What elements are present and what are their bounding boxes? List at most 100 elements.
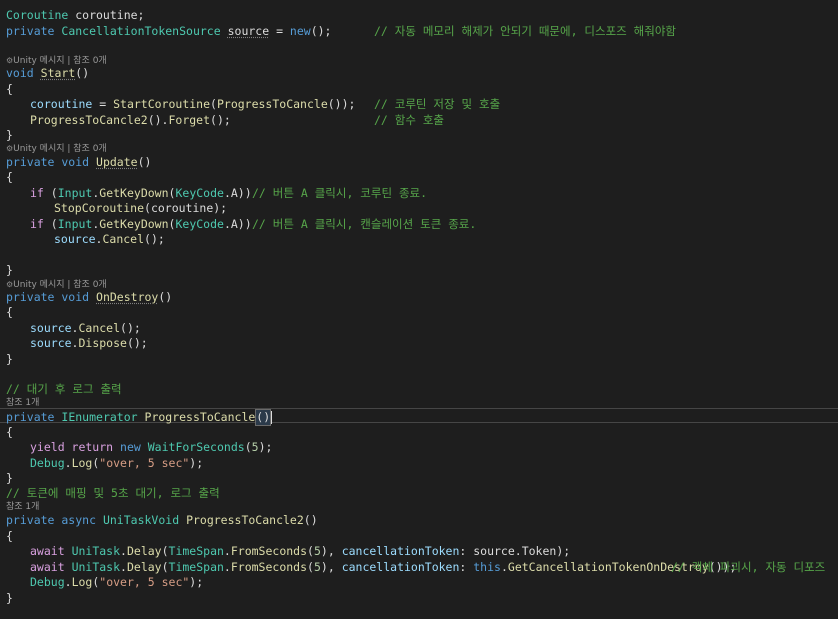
code-line-await-delay-1[interactable]: await UniTask.Delay(TimeSpan.FromSeconds… xyxy=(30,544,570,559)
code-line-brace[interactable]: } xyxy=(6,471,13,486)
code-line-brace[interactable]: { xyxy=(6,305,13,320)
method-name-token: Update xyxy=(96,155,138,169)
code-comment-line: // 함수 호출 xyxy=(374,113,444,128)
brace-token: } xyxy=(6,591,13,605)
code-token: ( xyxy=(307,560,314,574)
code-line-brace[interactable]: } xyxy=(6,591,13,606)
brace-token: } xyxy=(6,352,13,366)
code-comment-line: // 버튼 A 클릭시, 캔슬레이션 토큰 종료. xyxy=(252,217,476,232)
code-line-update-signature[interactable]: private void Update() xyxy=(6,155,151,170)
keyword-token: await xyxy=(30,544,65,558)
code-token: ), xyxy=(320,544,342,558)
code-line-async-signature[interactable]: private async UniTaskVoid ProgressToCanc… xyxy=(6,513,318,528)
code-line-yield-return[interactable]: yield return new WaitForSeconds(5); xyxy=(30,440,272,455)
parameter-token: cancellationToken xyxy=(341,560,460,574)
code-token: ); xyxy=(189,456,204,470)
number-token: 5 xyxy=(313,544,321,558)
code-comment: // 토큰에 매핑 및 5초 대기, 로그 출력 xyxy=(6,486,220,500)
code-line-await-delay-2[interactable]: await UniTask.Delay(TimeSpan.FromSeconds… xyxy=(30,560,736,575)
code-line-field-source[interactable]: private CancellationTokenSource source =… xyxy=(6,24,676,39)
codelens-hint-ref[interactable]: 참조 1개 xyxy=(6,502,39,513)
keyword-token: await xyxy=(30,560,65,574)
code-token: (); xyxy=(210,113,231,127)
code-token: (coroutine); xyxy=(144,201,228,215)
code-token: coroutine; xyxy=(68,8,145,22)
code-line-debug-log[interactable]: Debug.Log("over, 5 sec"); xyxy=(30,575,203,590)
method-token: Forget xyxy=(168,113,211,127)
variable-token: source xyxy=(227,24,270,38)
code-comment-line: // 코루틴 저장 및 호출 xyxy=(374,97,500,112)
code-comment: // 객체 파괴시, 자동 디포즈 xyxy=(671,560,826,574)
code-line-brace[interactable]: { xyxy=(6,82,13,97)
code-line-source-cancel[interactable]: source.Cancel(); xyxy=(54,232,165,247)
codelens-text: Unity 메시지 | 참조 0개 xyxy=(13,56,107,66)
keyword-token: void xyxy=(6,66,34,80)
type-token: CancellationTokenSource xyxy=(61,24,221,38)
variable-token: source xyxy=(30,336,72,350)
codelens-hint-ondestroy[interactable]: ⚙Unity 메시지 | 참조 0개 xyxy=(6,279,107,290)
code-line-brace[interactable]: { xyxy=(6,425,13,440)
code-line-comment-token[interactable]: // 토큰에 매핑 및 5초 대기, 로그 출력 xyxy=(6,486,220,501)
text-cursor xyxy=(271,411,273,424)
string-token: "over, 5 sec" xyxy=(99,575,190,589)
method-token: ProgressToCancle2 xyxy=(30,113,148,127)
brace-token: } xyxy=(6,471,13,485)
code-token: . xyxy=(120,560,127,574)
code-line-brace[interactable]: { xyxy=(6,529,13,544)
keyword-token: private xyxy=(6,410,55,424)
code-line-brace[interactable]: } xyxy=(6,352,13,367)
code-line-start-coroutine[interactable]: coroutine = StartCoroutine(ProgressToCan… xyxy=(30,97,355,112)
code-editor[interactable]: Coroutine coroutine; private Cancellatio… xyxy=(0,0,838,619)
type-token: Input xyxy=(57,186,93,200)
variable-token: source xyxy=(30,321,72,335)
code-comment: // 대기 후 로그 출력 xyxy=(6,382,122,396)
code-token: . xyxy=(64,456,72,470)
type-token: KeyCode xyxy=(175,217,224,231)
method-token: Log xyxy=(71,575,93,589)
code-line-brace[interactable]: } xyxy=(6,263,13,278)
code-line-if-keydown-2[interactable]: if (Input.GetKeyDown(KeyCode.A)) xyxy=(30,217,252,232)
keyword-token: new xyxy=(120,440,141,454)
keyword-token: new xyxy=(289,24,311,38)
code-token: . xyxy=(500,560,508,574)
code-line-stop-coroutine[interactable]: StopCoroutine(coroutine); xyxy=(54,201,227,216)
code-line-progress2-call[interactable]: ProgressToCancle2().Forget(); xyxy=(30,113,231,128)
parameter-token: cancellationToken xyxy=(341,544,460,558)
method-token: GetKeyDown xyxy=(99,217,169,231)
code-token: = xyxy=(269,24,290,38)
code-token: ()); xyxy=(327,97,356,111)
method-name-token: OnDestroy xyxy=(96,290,159,304)
code-token: ( xyxy=(210,97,217,111)
type-token: Input xyxy=(57,217,93,231)
code-line-brace[interactable]: { xyxy=(6,170,13,185)
code-line-comment-wait[interactable]: // 대기 후 로그 출력 xyxy=(6,382,122,397)
method-token: FromSeconds xyxy=(230,560,308,574)
code-token: ( xyxy=(307,544,314,558)
code-token: ( xyxy=(161,544,169,558)
code-line-if-keydown-1[interactable]: if (Input.GetKeyDown(KeyCode.A)) xyxy=(30,186,252,201)
code-line-source-dispose[interactable]: source.Dispose(); xyxy=(30,336,148,351)
code-token: (); xyxy=(310,24,332,38)
method-token: GetKeyDown xyxy=(99,186,169,200)
type-token: WaitForSeconds xyxy=(147,440,245,454)
method-token: Cancel xyxy=(102,232,145,246)
code-line-brace[interactable]: } xyxy=(6,128,13,143)
codelens-hint-update[interactable]: ⚙Unity 메시지 | 참조 0개 xyxy=(6,143,107,154)
brace-token: { xyxy=(6,305,13,319)
code-line-ondestroy-signature[interactable]: private void OnDestroy() xyxy=(6,290,172,305)
variable-token: coroutine xyxy=(30,97,93,111)
code-line-ienumerator-signature[interactable]: private IEnumerator ProgressToCancle() xyxy=(6,409,273,426)
code-token: ); xyxy=(258,440,273,454)
code-line-source-cancel[interactable]: source.Cancel(); xyxy=(30,321,141,336)
code-line-start-signature[interactable]: void Start() xyxy=(6,66,89,81)
code-token: () xyxy=(158,290,173,304)
code-token: . xyxy=(64,575,72,589)
code-token: . xyxy=(223,560,231,574)
code-line-debug-log[interactable]: Debug.Log("over, 5 sec"); xyxy=(30,456,203,471)
code-line-field-coroutine[interactable]: Coroutine coroutine; xyxy=(6,8,144,23)
type-token: KeyCode xyxy=(175,186,224,200)
codelens-hint-start[interactable]: ⚙Unity 메시지 | 참조 0개 xyxy=(6,55,107,66)
method-token: Delay xyxy=(126,544,162,558)
code-comment: // 자동 메모리 해제가 안되기 때문에, 디스포즈 해줘야함 xyxy=(374,24,676,38)
brace-token: { xyxy=(6,170,13,184)
